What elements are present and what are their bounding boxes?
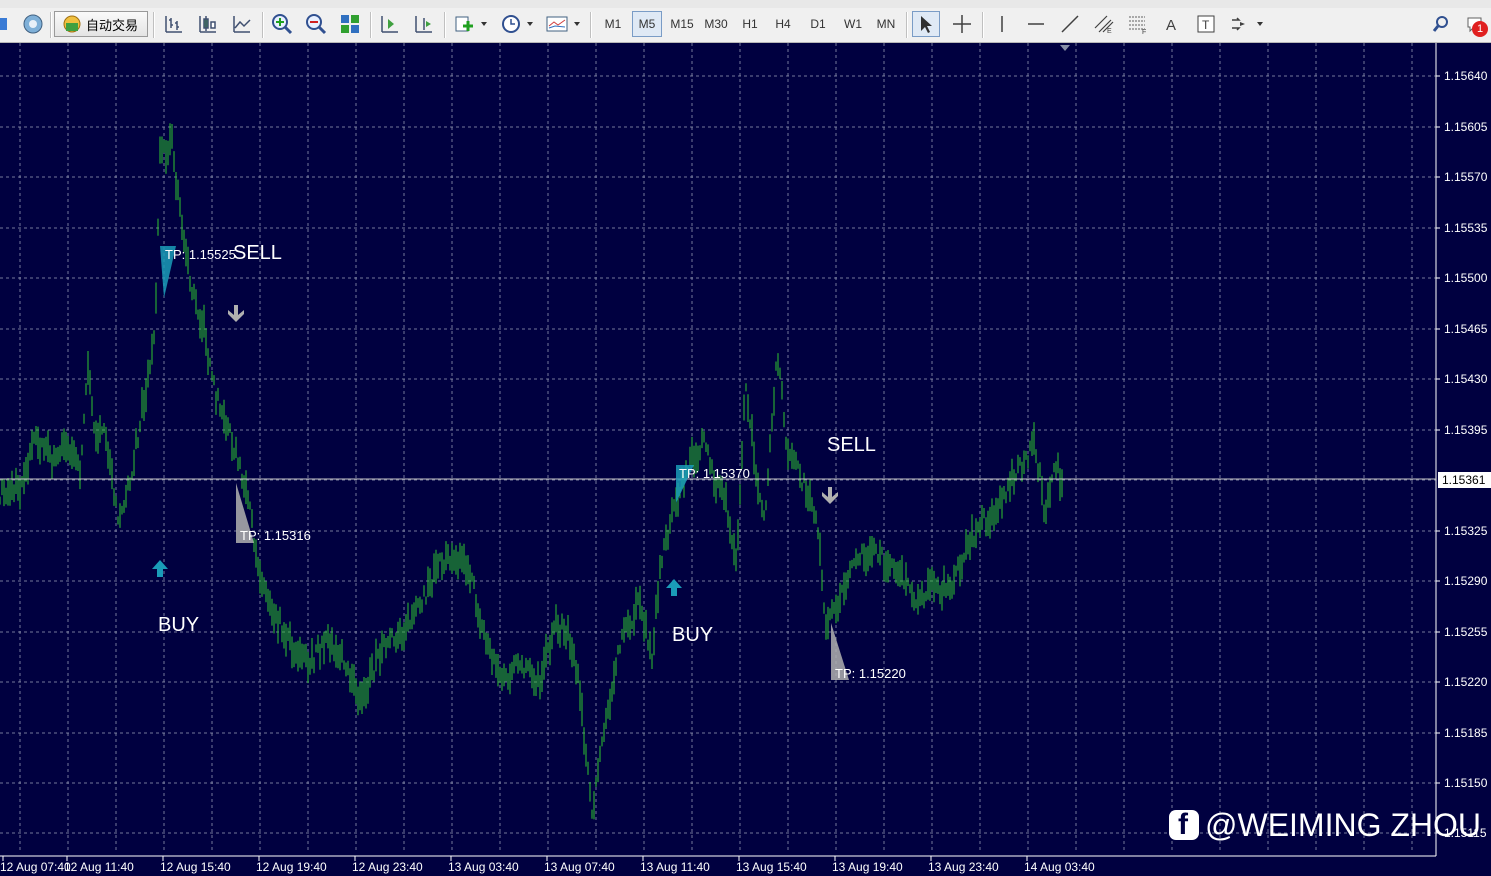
search-icon[interactable] [1428,11,1454,37]
time-label: 14 Aug 03:40 [1024,860,1095,874]
time-label: 12 Aug 07:40 [0,860,71,874]
watermark: f @WEIMING ZHOU [1169,805,1481,845]
price-label: 1.15605 [1444,120,1488,134]
autotrade-button[interactable]: 自动交易 [54,11,148,37]
vertical-line-icon[interactable] [988,11,1016,37]
current-price-label: 1.15361 [1442,473,1486,487]
fibonacci-icon[interactable]: F [1124,11,1152,37]
time-label: 13 Aug 23:40 [928,860,999,874]
trendline-icon[interactable] [1056,11,1084,37]
timeframe-w1-button[interactable]: W1 [838,11,868,37]
chart-area[interactable]: 1.15640 1.15605 1.15570 1.15535 1.15500 1.154… [0,43,1491,876]
candlestick-icon[interactable] [194,11,222,37]
bar-chart-icon[interactable] [160,11,188,37]
svg-text:F: F [1142,29,1146,34]
price-label: 1.15220 [1444,675,1488,689]
chart-shift-marker [1060,45,1070,51]
autotrade-label: 自动交易 [85,17,138,33]
price-label: 1.15325 [1444,524,1488,538]
buy-arrow-icon [666,579,682,596]
tile-windows-icon[interactable] [336,11,364,37]
price-label: 1.15430 [1444,372,1488,386]
text-icon[interactable]: A [1158,11,1186,37]
tp-label: TP: 1.15370 [679,466,750,481]
toolbar-icon-partial[interactable] [0,11,12,37]
tp-label: TP: 1.15525 [165,247,236,262]
horizontal-line-icon[interactable] [1022,11,1050,37]
sell-signal-label: SELL [827,434,876,456]
zoom-in-icon[interactable] [268,11,296,37]
buy-signal-label: BUY [158,614,199,636]
time-label: 12 Aug 15:40 [160,860,231,874]
time-label: 12 Aug 23:40 [352,860,423,874]
chart-shift-icon[interactable] [410,11,438,37]
market-watch-icon[interactable] [20,11,46,37]
sell-signal-label: SELL [233,242,282,264]
toolbar-separator [262,12,264,38]
text-label-icon[interactable]: T [1192,11,1220,37]
autotrade-icon [63,15,81,33]
toolbar-separator [370,12,372,38]
facebook-icon: f [1169,809,1199,841]
timeframe-m5-button[interactable]: M5 [632,11,662,37]
price-label: 1.15535 [1444,221,1488,235]
svg-text:A: A [1166,17,1176,34]
toolbar-separator [590,12,592,38]
svg-text:T: T [1202,18,1210,32]
timeframe-h4-button[interactable]: H4 [768,11,798,37]
arrows-icon[interactable] [1226,11,1266,37]
time-label: 13 Aug 15:40 [736,860,807,874]
templates-icon[interactable] [542,11,584,37]
watermark-text: @WEIMING ZHOU [1205,806,1482,843]
time-label: 13 Aug 11:40 [640,860,710,874]
cursor-icon[interactable] [912,11,940,37]
timeframe-mn-button[interactable]: MN [871,11,901,37]
time-label: 13 Aug 19:40 [832,860,903,874]
toolbar-separator [50,12,52,38]
time-label: 12 Aug 19:40 [256,860,327,874]
timeframe-h1-button[interactable]: H1 [735,11,765,37]
timeframe-m30-button[interactable]: M30 [700,11,732,37]
tp-label: TP: 1.15220 [835,666,906,681]
window-top-strip [0,0,1491,8]
line-chart-icon[interactable] [228,11,256,37]
toolbar-separator [906,12,908,38]
price-label: 1.15290 [1444,574,1488,588]
auto-scroll-icon[interactable] [376,11,404,37]
sell-arrow-icon [228,305,244,322]
timeframe-d1-button[interactable]: D1 [803,11,833,37]
price-label: 1.15465 [1444,322,1488,336]
zoom-out-icon[interactable] [302,11,330,37]
svg-text:E: E [1107,28,1112,34]
price-label: 1.15500 [1444,271,1488,285]
tp-label: TP: 1.15316 [240,528,311,543]
equidistant-channel-icon[interactable]: E [1090,11,1118,37]
price-label: 1.15150 [1444,776,1488,790]
timeframe-m15-button[interactable]: M15 [666,11,698,37]
notifications-icon[interactable]: 1 [1460,11,1490,37]
periods-icon[interactable] [496,11,536,37]
toolbar-separator [153,12,155,38]
toolbar-separator [982,12,984,38]
time-label: 13 Aug 07:40 [544,860,615,874]
price-chart[interactable]: 1.15640 1.15605 1.15570 1.15535 1.15500 1.154… [0,43,1491,876]
indicators-icon[interactable] [450,11,490,37]
time-label: 13 Aug 03:40 [448,860,519,874]
price-label: 1.15640 [1444,69,1488,83]
toolbar: 自动交易 E F A T 1 M1 M5 M15 M30 H1 H4 D1 W1… [0,8,1491,43]
price-label: 1.15570 [1444,170,1488,184]
toolbar-separator [444,12,446,38]
price-label: 1.15395 [1444,423,1488,437]
notification-badge: 1 [1472,21,1488,37]
crosshair-icon[interactable] [948,11,976,37]
time-label: 12 Aug 11:40 [64,860,134,874]
timeframe-m1-button[interactable]: M1 [598,11,628,37]
price-label: 1.15255 [1444,625,1488,639]
price-label: 1.15185 [1444,726,1488,740]
buy-signal-label: BUY [672,624,713,646]
buy-arrow-icon [152,560,168,577]
